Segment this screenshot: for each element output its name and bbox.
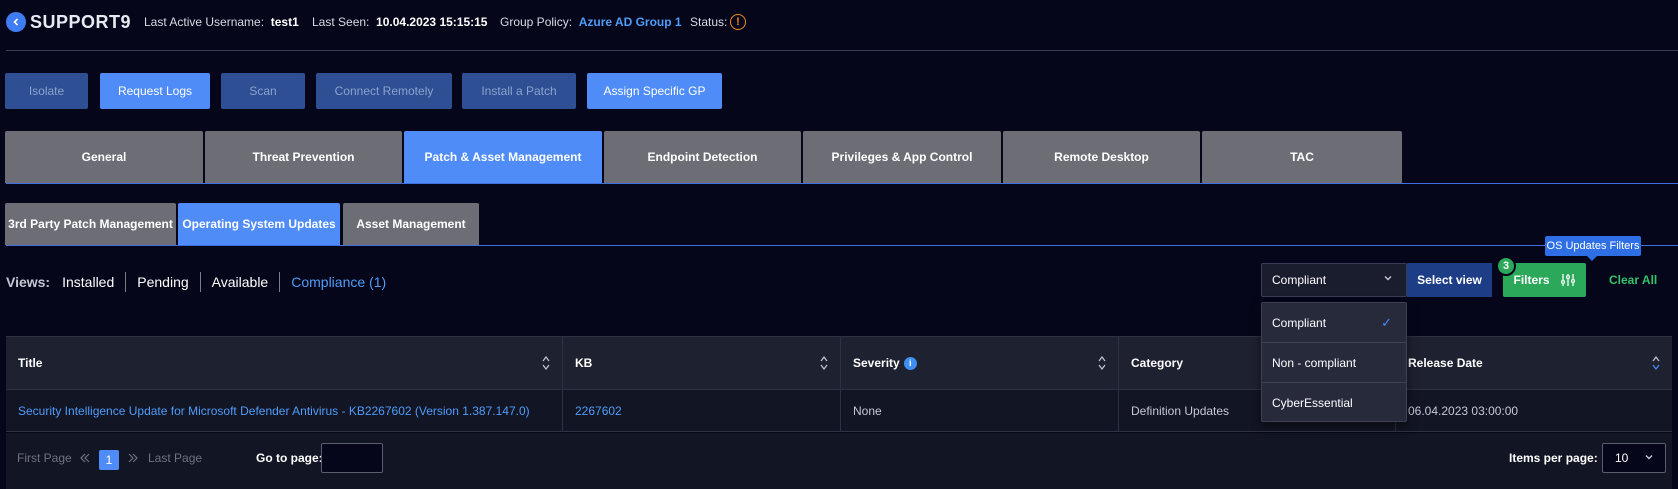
tabs-underline bbox=[6, 183, 1678, 184]
last-seen-label: Last Seen: bbox=[312, 15, 370, 29]
table-row: Security Intelligence Update for Microso… bbox=[6, 389, 1672, 432]
select-view-button[interactable]: Select view bbox=[1407, 263, 1492, 297]
view-pending[interactable]: Pending bbox=[125, 272, 199, 292]
group-policy: Group Policy: Azure AD Group 1 bbox=[500, 15, 682, 29]
column-release-date-label: Release Date bbox=[1408, 356, 1483, 370]
chevron-left-icon bbox=[13, 18, 19, 26]
sort-icon bbox=[1098, 356, 1106, 370]
subtab-3rd-party-patch[interactable]: 3rd Party Patch Management bbox=[5, 203, 176, 245]
table-header: Title KB Severity i Category Release Dat… bbox=[6, 336, 1672, 389]
column-severity-label: Severity bbox=[853, 356, 900, 370]
pagination-bar: First Page 1 Last Page Go to page: Items… bbox=[6, 433, 1672, 489]
last-active-username: Last Active Username: test1 bbox=[144, 15, 299, 29]
subtabs-underline bbox=[6, 245, 1678, 246]
clear-all-link[interactable]: Clear All bbox=[1609, 273, 1657, 287]
items-per-page-select[interactable]: 10 bbox=[1602, 443, 1666, 473]
filters-label: Filters bbox=[1513, 273, 1550, 287]
option-compliant[interactable]: Compliant ✓ bbox=[1262, 303, 1406, 343]
subtab-asset-management[interactable]: Asset Management bbox=[343, 203, 479, 245]
group-policy-label: Group Policy: bbox=[500, 15, 573, 29]
row-title-link[interactable]: Security Intelligence Update for Microso… bbox=[6, 390, 563, 431]
device-name: SUPPORT9 bbox=[30, 12, 132, 32]
last-seen: Last Seen: 10.04.2023 15:15:15 bbox=[312, 15, 487, 29]
column-header-severity[interactable]: Severity i bbox=[841, 337, 1119, 389]
column-header-kb[interactable]: KB bbox=[563, 337, 841, 389]
column-kb-label: KB bbox=[575, 356, 593, 370]
chevron-down-icon bbox=[1645, 455, 1653, 460]
sliders-icon bbox=[1560, 274, 1575, 286]
items-per-page-value: 10 bbox=[1615, 451, 1629, 465]
last-active-label: Last Active Username: bbox=[144, 15, 265, 29]
isolate-button[interactable]: Isolate bbox=[5, 73, 88, 109]
view-available[interactable]: Available bbox=[199, 272, 280, 292]
sort-icon bbox=[820, 356, 828, 370]
chevron-down-icon bbox=[1384, 276, 1392, 281]
assign-gp-button[interactable]: Assign Specific GP bbox=[587, 73, 722, 109]
checkmark-icon: ✓ bbox=[1381, 315, 1392, 330]
row-severity: None bbox=[841, 390, 1119, 431]
column-title-label: Title bbox=[18, 356, 43, 370]
tab-privileges-app-control[interactable]: Privileges & App Control bbox=[803, 131, 1001, 183]
views-label: Views: bbox=[6, 274, 51, 290]
compliance-select[interactable]: Compliant bbox=[1261, 263, 1407, 297]
device-header: SUPPORT9 Last Active Username: test1 Las… bbox=[0, 0, 1678, 48]
warning-icon[interactable]: ! bbox=[730, 14, 746, 30]
double-chevron-right-icon[interactable] bbox=[127, 452, 139, 464]
row-kb-link[interactable]: 2267602 bbox=[563, 390, 841, 431]
last-active-value: test1 bbox=[270, 15, 299, 29]
tab-patch-asset-management[interactable]: Patch & Asset Management bbox=[404, 131, 602, 183]
go-to-page-label: Go to page: bbox=[256, 451, 323, 465]
back-button[interactable] bbox=[6, 12, 26, 32]
filters-tooltip: OS Updates Filters bbox=[1545, 236, 1641, 261]
option-compliant-label: Compliant bbox=[1272, 315, 1327, 330]
page-number-current[interactable]: 1 bbox=[99, 450, 119, 470]
items-per-page-label: Items per page: bbox=[1509, 451, 1598, 465]
tab-threat-prevention[interactable]: Threat Prevention bbox=[205, 131, 402, 183]
first-page-link[interactable]: First Page bbox=[17, 451, 72, 465]
option-non-compliant-label: Non - compliant bbox=[1272, 355, 1357, 370]
request-logs-button[interactable]: Request Logs bbox=[100, 73, 210, 109]
column-header-release-date[interactable]: Release Date bbox=[1396, 337, 1672, 389]
tab-tac[interactable]: TAC bbox=[1202, 131, 1402, 183]
last-seen-value: 10.04.2023 15:15:15 bbox=[376, 15, 488, 29]
views-bar: Views: Installed Pending Available Compl… bbox=[6, 272, 397, 292]
connect-remotely-button[interactable]: Connect Remotely bbox=[316, 73, 452, 109]
view-compliance[interactable]: Compliance (1) bbox=[279, 272, 397, 292]
column-header-title[interactable]: Title bbox=[6, 337, 563, 389]
row-release-date: 06.04.2023 03:00:00 bbox=[1408, 403, 1519, 418]
info-icon[interactable]: i bbox=[903, 356, 917, 370]
option-cyberessential[interactable]: CyberEssential bbox=[1262, 383, 1406, 423]
compliance-select-value: Compliant bbox=[1272, 273, 1327, 287]
compliance-dropdown-menu: Compliant ✓ Non - compliant CyberEssenti… bbox=[1261, 302, 1407, 422]
column-category-label: Category bbox=[1131, 356, 1184, 370]
subtab-os-updates[interactable]: Operating System Updates bbox=[178, 203, 340, 245]
sort-icon bbox=[1652, 356, 1660, 370]
filter-count-badge: 3 bbox=[1496, 256, 1516, 276]
scan-button[interactable]: Scan bbox=[221, 73, 305, 109]
tab-endpoint-detection[interactable]: Endpoint Detection bbox=[604, 131, 801, 183]
header-divider bbox=[6, 50, 1678, 51]
tab-remote-desktop[interactable]: Remote Desktop bbox=[1003, 131, 1200, 183]
sort-icon bbox=[542, 356, 550, 370]
last-page-link[interactable]: Last Page bbox=[148, 451, 202, 465]
view-installed[interactable]: Installed bbox=[62, 272, 125, 292]
double-chevron-left-icon[interactable] bbox=[79, 452, 91, 464]
status-label: Status: bbox=[690, 15, 728, 29]
option-cyberessential-label: CyberEssential bbox=[1272, 396, 1353, 410]
os-updates-table: Title KB Severity i Category Release Dat… bbox=[6, 336, 1672, 432]
install-patch-button[interactable]: Install a Patch bbox=[462, 73, 576, 109]
tab-general[interactable]: General bbox=[5, 131, 203, 183]
group-policy-link[interactable]: Azure AD Group 1 bbox=[579, 15, 682, 29]
option-non-compliant[interactable]: Non - compliant bbox=[1262, 343, 1406, 383]
go-to-page-input[interactable] bbox=[321, 443, 383, 473]
